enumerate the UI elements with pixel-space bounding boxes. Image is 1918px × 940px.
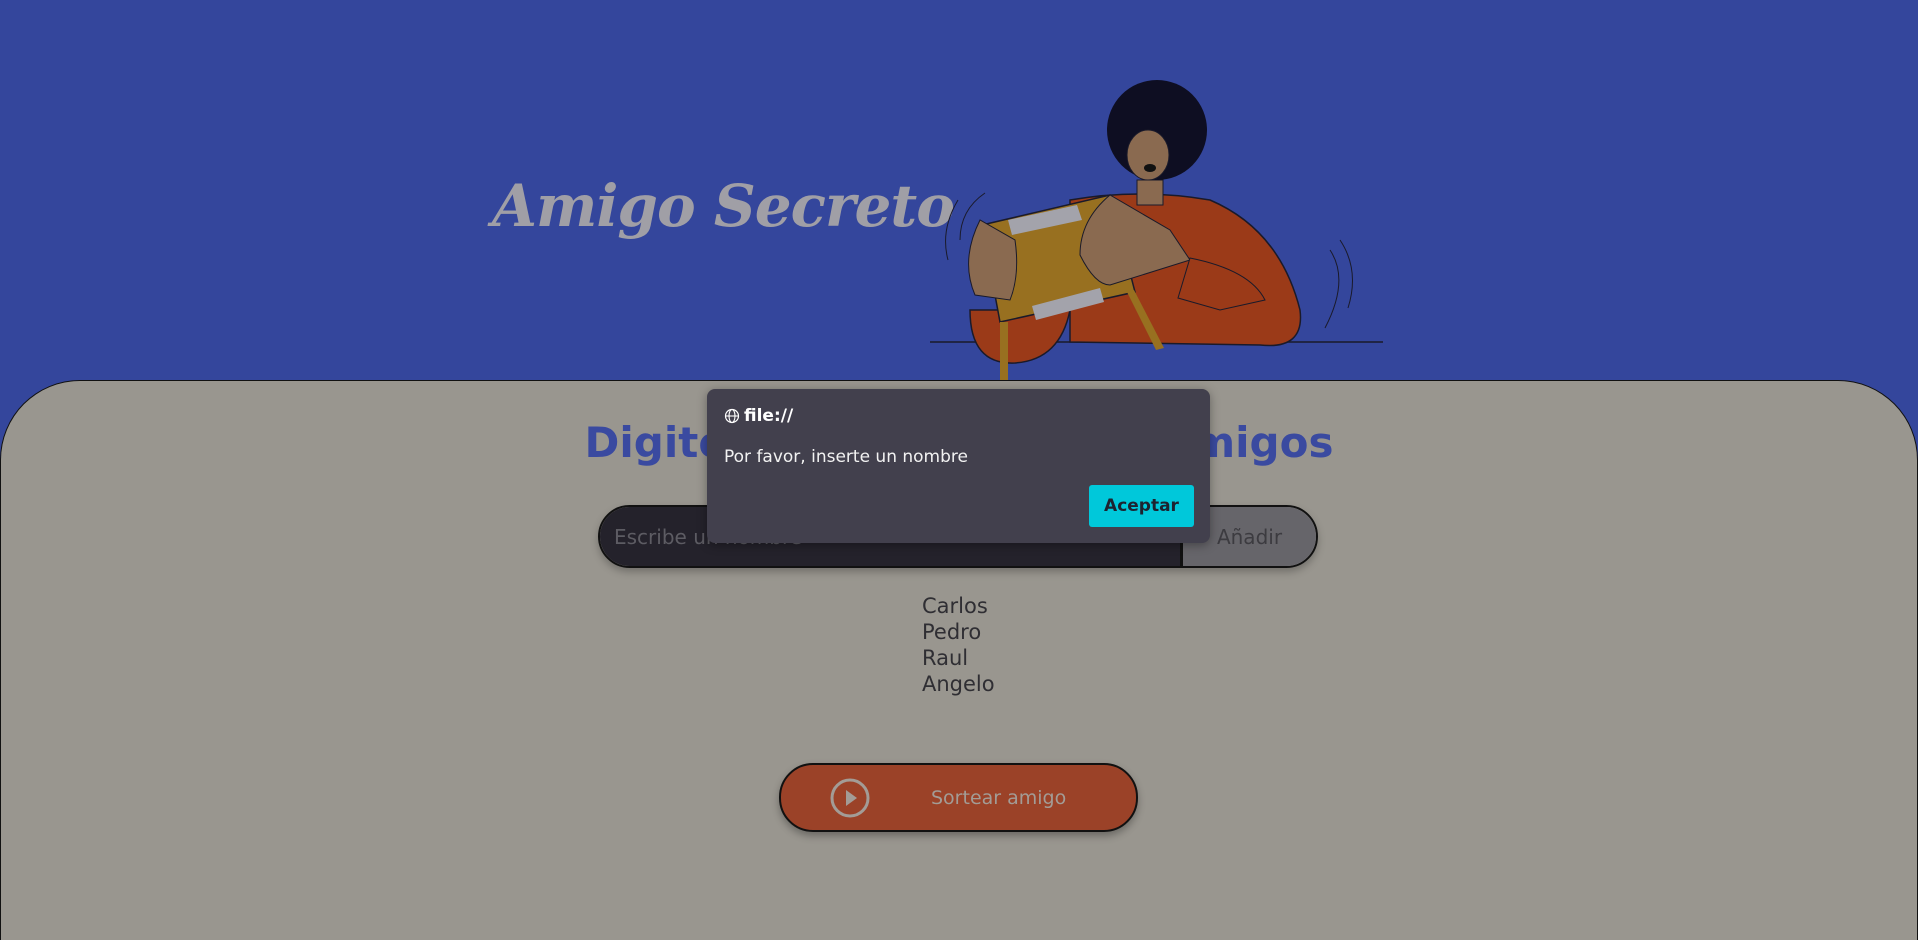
- app-title: Amigo Secreto: [492, 172, 955, 240]
- friends-list: Carlos Pedro Raul Angelo: [922, 593, 995, 697]
- list-item: Angelo: [922, 672, 995, 696]
- list-item: Pedro: [922, 620, 982, 644]
- dialog-message: Por favor, inserte un nombre: [724, 447, 968, 467]
- person-with-gift-illustration: [930, 80, 1383, 382]
- list-item: Raul: [922, 646, 969, 670]
- dialog-origin: file://: [724, 406, 793, 426]
- list-item: Carlos: [922, 594, 988, 618]
- draw-button-label: Sortear amigo: [931, 786, 1067, 809]
- alert-dialog: file:// Por favor, inserte un nombre Ace…: [707, 389, 1210, 543]
- globe-icon: [724, 408, 740, 424]
- accept-button[interactable]: Aceptar: [1089, 485, 1194, 527]
- dialog-origin-text: file://: [744, 406, 794, 426]
- header: Amigo Secreto: [0, 0, 1918, 390]
- draw-friend-button[interactable]: Sortear amigo: [779, 763, 1138, 832]
- play-circle-icon: [830, 778, 870, 817]
